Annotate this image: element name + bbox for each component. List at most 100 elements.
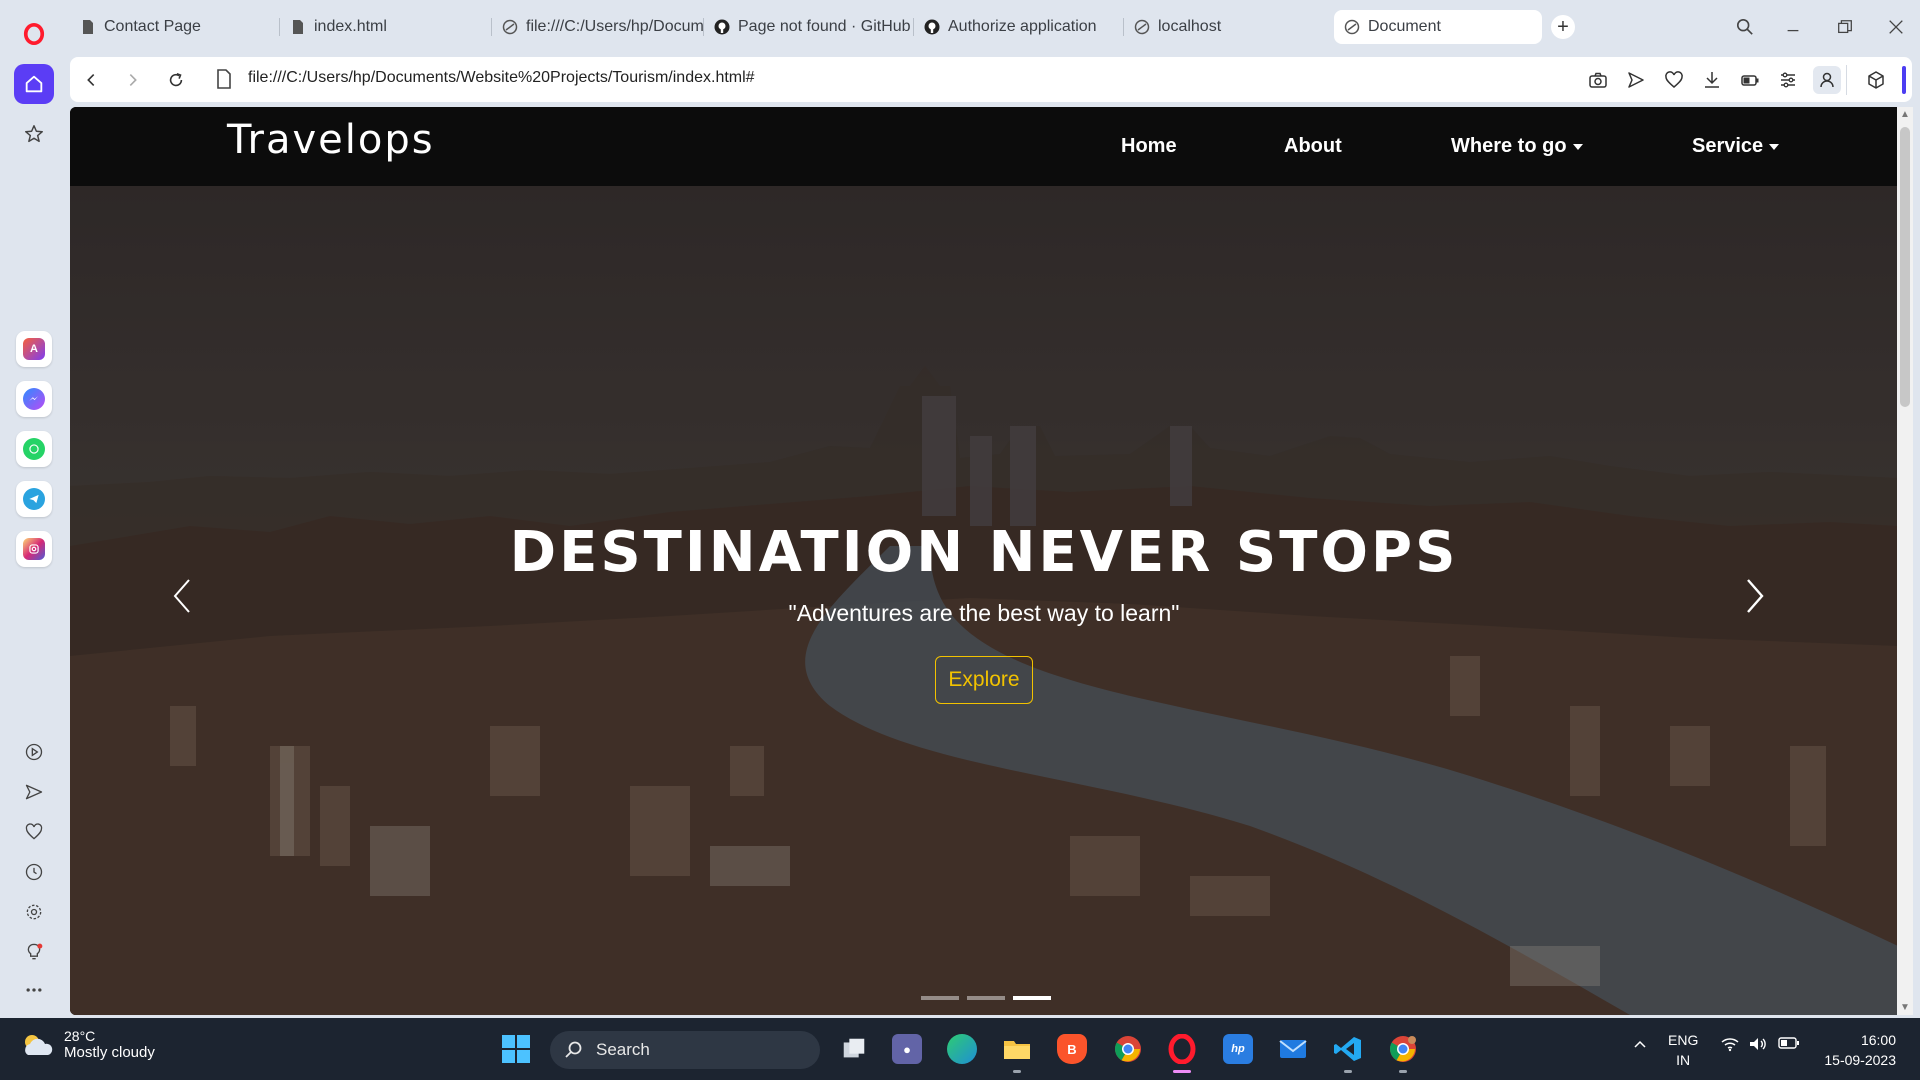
- page-scrollbar[interactable]: ▲ ▼: [1897, 107, 1913, 1015]
- carousel-indicator-3[interactable]: [1013, 996, 1051, 1000]
- tab-label: Document: [1368, 18, 1441, 35]
- easy-setup-sliders-icon[interactable]: [1776, 69, 1800, 91]
- input-language-indicator[interactable]: ENG IN: [1668, 1030, 1698, 1070]
- volume-speaker-icon[interactable]: [1748, 1036, 1768, 1056]
- tab-github-404[interactable]: Page not found · GitHub: [704, 10, 914, 44]
- nav-link-home[interactable]: Home: [1121, 135, 1177, 158]
- new-tab-button[interactable]: +: [1551, 15, 1575, 39]
- vscode-icon[interactable]: [1330, 1031, 1366, 1073]
- tab-file-path[interactable]: file:///C:/Users/hp/Docum: [492, 10, 704, 44]
- history-clock-icon[interactable]: [22, 860, 46, 884]
- weather-widget[interactable]: 28°C Mostly cloudy: [20, 1028, 155, 1061]
- download-icon[interactable]: [1700, 69, 1724, 91]
- home-icon[interactable]: [14, 64, 54, 104]
- heart-icon[interactable]: [1662, 69, 1686, 91]
- caret-down-icon: [1769, 143, 1780, 150]
- close-window-icon[interactable]: [1876, 12, 1916, 42]
- windows-start-icon[interactable]: [498, 1031, 534, 1067]
- taskbar-search-box[interactable]: Search: [550, 1031, 820, 1069]
- tab-index-html[interactable]: index.html: [280, 10, 492, 44]
- extensions-cube-icon[interactable]: [1864, 69, 1888, 91]
- globe-icon: [502, 19, 518, 35]
- system-clock[interactable]: 16:00 15-09-2023: [1824, 1030, 1896, 1070]
- bookmark-star-icon[interactable]: [14, 114, 54, 154]
- active-app-indicator: [1173, 1070, 1191, 1073]
- task-view-icon[interactable]: [836, 1031, 872, 1067]
- windows-taskbar: 28°C Mostly cloudy Search ● B hp ENG IN …: [0, 1018, 1920, 1080]
- messenger-icon[interactable]: [16, 381, 52, 417]
- tab-document-active[interactable]: Document: [1334, 10, 1542, 44]
- clock-time: 16:00: [1860, 1032, 1896, 1048]
- player-icon[interactable]: [22, 740, 46, 764]
- carousel-indicator-1[interactable]: [921, 996, 959, 1000]
- brave-browser-icon[interactable]: B: [1054, 1031, 1090, 1067]
- explore-button[interactable]: Explore: [935, 656, 1033, 704]
- aria-ai-icon[interactable]: A: [16, 331, 52, 367]
- tab-label: localhost: [1158, 18, 1222, 35]
- tab-authorize-application[interactable]: Authorize application: [914, 10, 1124, 44]
- mail-icon[interactable]: [1275, 1031, 1311, 1067]
- settings-gear-icon[interactable]: [22, 900, 46, 924]
- minimize-icon[interactable]: [1773, 12, 1813, 42]
- show-hidden-icons-chevron-icon[interactable]: [1632, 1036, 1648, 1056]
- reload-icon[interactable]: [163, 67, 189, 93]
- telegram-icon[interactable]: [16, 481, 52, 517]
- opera-logo-icon[interactable]: [14, 14, 54, 54]
- url-field[interactable]: file:///C:/Users/hp/Documents/Website%20…: [248, 69, 755, 87]
- globe-icon: [1134, 19, 1150, 35]
- chrome-profile-icon[interactable]: [1385, 1031, 1421, 1073]
- search-icon: [565, 1041, 582, 1058]
- sidebar-toggle-indicator[interactable]: [1902, 66, 1906, 94]
- tab-label: file:///C:/Users/hp/Docum: [526, 18, 704, 35]
- myhp-app-icon[interactable]: hp: [1220, 1031, 1256, 1067]
- forward-arrow-icon[interactable]: [120, 67, 146, 93]
- search-placeholder: Search: [596, 1040, 650, 1059]
- nav-link-about[interactable]: About: [1284, 135, 1342, 158]
- chrome-browser-icon[interactable]: [1110, 1031, 1146, 1067]
- more-options-icon[interactable]: [22, 978, 46, 1002]
- nav-dropdown-label: Where to go: [1451, 135, 1567, 157]
- profile-avatar-icon[interactable]: [1813, 66, 1841, 94]
- tab-contact-page[interactable]: Contact Page: [70, 10, 280, 44]
- battery-icon[interactable]: [1778, 1036, 1800, 1054]
- document-icon: [80, 19, 96, 35]
- send-flow-icon[interactable]: [22, 780, 46, 804]
- nav-dropdown-service[interactable]: Service: [1692, 135, 1780, 158]
- heart-icon[interactable]: [22, 820, 46, 844]
- scrollbar-thumb[interactable]: [1900, 127, 1910, 407]
- cloudy-weather-icon: [25, 1034, 53, 1055]
- weather-description: Mostly cloudy: [64, 1044, 155, 1061]
- send-flow-icon[interactable]: [1624, 69, 1648, 91]
- scroll-down-arrow-icon[interactable]: ▼: [1900, 1002, 1910, 1013]
- tab-search-icon[interactable]: [1725, 12, 1765, 42]
- hero-headline: DESTINATION NEVER STOPS: [509, 520, 1459, 585]
- tips-lightbulb-icon[interactable]: [22, 940, 46, 964]
- instagram-icon[interactable]: [16, 531, 52, 567]
- opera-browser-icon[interactable]: [1164, 1031, 1200, 1073]
- tab-strip: Contact Page index.html file:///C:/Users…: [68, 0, 1920, 55]
- teams-chat-icon[interactable]: ●: [889, 1031, 925, 1067]
- tab-label: Contact Page: [104, 18, 201, 35]
- tab-localhost[interactable]: localhost: [1124, 10, 1332, 44]
- site-navbar: Travelops Home About Where to go Service: [70, 107, 1898, 186]
- snapshot-camera-icon[interactable]: [1586, 69, 1610, 91]
- back-arrow-icon[interactable]: [78, 67, 104, 93]
- carousel-indicators: [921, 996, 1051, 1000]
- hero-subtitle: "Adventures are the best way to learn": [788, 600, 1180, 626]
- file-explorer-folder-icon[interactable]: [999, 1031, 1035, 1073]
- whatsapp-icon[interactable]: [16, 431, 52, 467]
- running-indicator: [1399, 1070, 1407, 1073]
- site-brand-logo[interactable]: Travelops: [227, 117, 435, 163]
- wifi-icon[interactable]: [1720, 1036, 1740, 1056]
- scroll-up-arrow-icon[interactable]: ▲: [1900, 109, 1910, 120]
- document-icon: [290, 19, 306, 35]
- region-code: IN: [1676, 1052, 1691, 1068]
- restore-window-icon[interactable]: [1825, 12, 1865, 42]
- hero-carousel: DESTINATION NEVER STOPS "Adventures are …: [70, 186, 1898, 1015]
- running-indicator: [1013, 1070, 1021, 1073]
- edge-browser-icon[interactable]: [944, 1031, 980, 1067]
- battery-saver-icon[interactable]: [1738, 69, 1762, 91]
- nav-dropdown-where-to-go[interactable]: Where to go: [1451, 135, 1583, 158]
- carousel-indicator-2[interactable]: [967, 996, 1005, 1000]
- browser-sidebar: A: [0, 0, 68, 1018]
